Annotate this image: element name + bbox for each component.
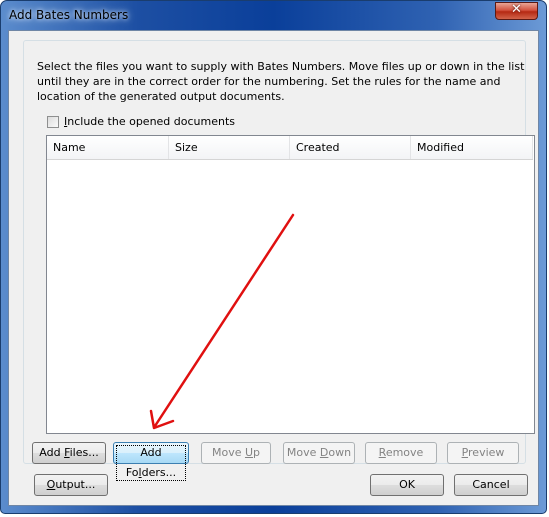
ok-button[interactable]: OK — [370, 474, 444, 496]
include-opened-documents-label[interactable]: Include the opened documents — [64, 115, 235, 128]
move-up-button[interactable]: Move Up — [201, 442, 271, 464]
instructions-text: Select the files you want to supply with… — [37, 60, 525, 103]
remove-button[interactable]: Remove — [365, 442, 437, 464]
dialog-body: Select the files you want to supply with… — [8, 30, 539, 506]
preview-button[interactable]: Preview — [447, 442, 519, 464]
close-icon: ✕ — [511, 2, 522, 17]
column-header-size[interactable]: Size — [169, 136, 290, 159]
window-title: Add Bates Numbers — [9, 8, 129, 22]
add-folders-button[interactable]: Add Folders... — [113, 442, 189, 481]
cancel-button[interactable]: Cancel — [454, 474, 528, 496]
move-down-button[interactable]: Move Down — [283, 442, 355, 464]
column-header-name[interactable]: Name — [47, 136, 169, 159]
file-list-header: Name Size Created Modified — [47, 136, 533, 160]
dialog-window: Add Bates Numbers ✕ Select the files you… — [0, 0, 547, 514]
output-button[interactable]: Output... — [34, 474, 108, 496]
files-group: Select the files you want to supply with… — [23, 40, 535, 481]
column-header-modified[interactable]: Modified — [411, 136, 533, 159]
include-opened-documents-checkbox[interactable] — [47, 116, 59, 128]
file-list[interactable]: Name Size Created Modified — [46, 135, 535, 434]
column-header-created[interactable]: Created — [290, 136, 411, 159]
add-files-button[interactable]: Add Files... — [32, 442, 106, 464]
title-bar[interactable]: Add Bates Numbers ✕ — [1, 1, 546, 31]
close-button[interactable]: ✕ — [495, 2, 538, 20]
